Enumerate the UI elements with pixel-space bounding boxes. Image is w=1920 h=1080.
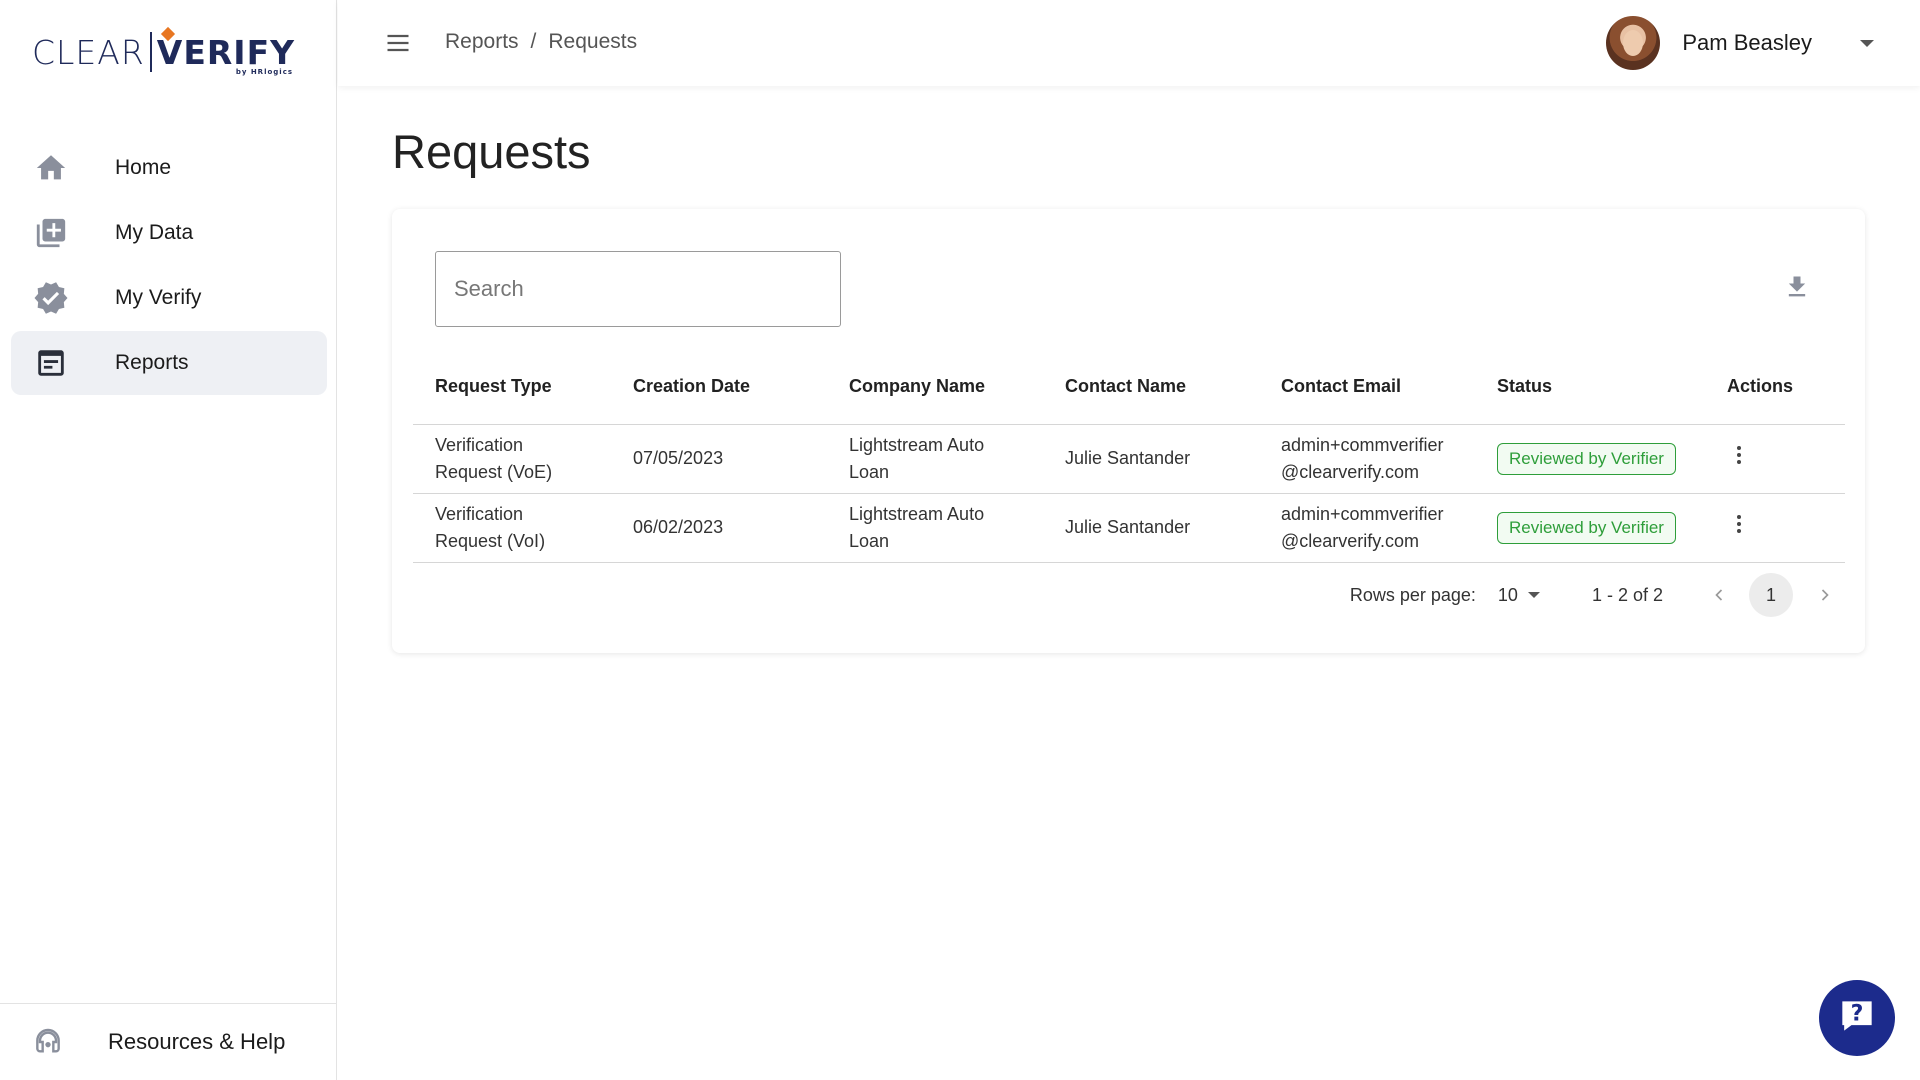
- sidebar-nav: Home My Data My Verify Reports: [11, 136, 327, 396]
- sidebar: CLEAR VERIFY by HRlogics Home My Data My…: [0, 0, 337, 1080]
- help-button[interactable]: ?: [1819, 980, 1895, 1056]
- breadcrumb-reports[interactable]: Reports: [445, 30, 519, 54]
- document-add-icon: [33, 215, 69, 251]
- chevron-right-icon[interactable]: [1811, 581, 1839, 609]
- clearverify-logo[interactable]: CLEAR VERIFY by HRlogics: [32, 26, 296, 76]
- column-header-company-name[interactable]: Company Name: [827, 349, 1043, 425]
- requests-table: Request Type Creation Date Company Name …: [413, 349, 1845, 563]
- verified-badge-icon: [33, 280, 69, 316]
- logo-clear-text: CLEAR: [32, 32, 145, 72]
- column-header-status[interactable]: Status: [1475, 349, 1705, 425]
- cell-actions: [1705, 424, 1845, 494]
- pagination-range: 1 - 2 of 2: [1591, 584, 1663, 605]
- resources-help-label: Resources & Help: [108, 1029, 286, 1054]
- report-icon: [33, 345, 69, 381]
- sidebar-item-reports[interactable]: Reports: [11, 331, 327, 395]
- cell-creation-date: 07/05/2023: [611, 424, 827, 494]
- breadcrumb-separator: /: [530, 30, 537, 53]
- table-row[interactable]: Verification Request (VoI) 06/02/2023 Li…: [413, 493, 1845, 563]
- table-header-row: Request Type Creation Date Company Name …: [413, 349, 1845, 425]
- cell-request-type: Verification Request (VoE): [413, 424, 611, 494]
- pagination: Rows per page: 10 1 - 2 of 2 1: [1350, 573, 1839, 617]
- status-badge: Reviewed by Verifier: [1497, 511, 1676, 544]
- rows-per-page-value: 10: [1497, 584, 1518, 605]
- sidebar-item-my-data[interactable]: My Data: [11, 201, 327, 265]
- cell-company-name: Lightstream Auto Loan: [827, 493, 1043, 563]
- download-icon[interactable]: [1783, 273, 1811, 301]
- table-row[interactable]: Verification Request (VoE) 07/05/2023 Li…: [413, 424, 1845, 494]
- cell-status: Reviewed by Verifier: [1475, 493, 1705, 563]
- cell-contact-name: Julie Santander: [1043, 424, 1259, 494]
- help-icon: ?: [1835, 994, 1879, 1043]
- column-header-actions: Actions: [1705, 349, 1845, 425]
- cell-creation-date: 06/02/2023: [611, 493, 827, 563]
- page-button-1[interactable]: 1: [1749, 573, 1793, 617]
- sidebar-item-label: My Data: [115, 221, 194, 244]
- resources-help-link[interactable]: Resources & Help: [0, 1003, 337, 1080]
- cell-actions: [1705, 493, 1845, 563]
- cell-status: Reviewed by Verifier: [1475, 424, 1705, 494]
- requests-card: Request Type Creation Date Company Name …: [392, 209, 1865, 653]
- avatar-face: [1623, 30, 1644, 56]
- breadcrumb-requests: Requests: [548, 30, 638, 53]
- cell-company-name: Lightstream Auto Loan: [827, 424, 1043, 494]
- column-header-request-type[interactable]: Request Type: [413, 349, 611, 425]
- sidebar-item-my-verify[interactable]: My Verify: [11, 266, 327, 330]
- avatar[interactable]: [1606, 16, 1661, 70]
- column-header-contact-email[interactable]: Contact Email: [1259, 349, 1475, 425]
- svg-text:?: ?: [1851, 1001, 1864, 1026]
- top-header: Reports / Requests Pam Beasley: [338, 0, 1920, 86]
- more-vert-icon[interactable]: [1727, 443, 1751, 467]
- chevron-left-icon[interactable]: [1705, 581, 1733, 609]
- headset-icon: [32, 1026, 64, 1058]
- home-icon: [33, 150, 69, 186]
- logo-verify-text: VERIFY by HRlogics: [157, 26, 296, 76]
- logo-divider: [149, 32, 152, 72]
- breadcrumb: Reports / Requests: [445, 30, 637, 54]
- hamburger-menu-icon[interactable]: [384, 29, 412, 57]
- status-badge: Reviewed by Verifier: [1497, 442, 1676, 475]
- sidebar-item-label: My Verify: [115, 286, 202, 309]
- cell-contact-email: admin+commverifier@clearverify.com: [1259, 424, 1475, 494]
- sidebar-item-label: Reports: [115, 351, 189, 374]
- user-name: Pam Beasley: [1682, 30, 1812, 55]
- chevron-down-icon[interactable]: [1860, 39, 1874, 47]
- sidebar-item-label: Home: [115, 156, 172, 179]
- cell-request-type: Verification Request (VoI): [413, 493, 611, 563]
- page-title: Requests: [392, 125, 591, 178]
- chevron-down-icon: [1527, 592, 1540, 598]
- column-header-creation-date[interactable]: Creation Date: [611, 349, 827, 425]
- search-input[interactable]: [435, 251, 841, 327]
- user-menu[interactable]: Pam Beasley: [1606, 16, 1874, 70]
- column-header-contact-name[interactable]: Contact Name: [1043, 349, 1259, 425]
- sidebar-item-home[interactable]: Home: [11, 136, 327, 200]
- logo-byline: by HRlogics: [235, 67, 294, 76]
- rows-per-page-label: Rows per page:: [1349, 584, 1476, 605]
- logo-erify: ERIFY: [183, 32, 296, 72]
- more-vert-icon[interactable]: [1727, 512, 1751, 536]
- rows-per-page-select[interactable]: 10: [1498, 585, 1540, 606]
- cell-contact-name: Julie Santander: [1043, 493, 1259, 563]
- cell-contact-email: admin+commverifier@clearverify.com: [1259, 493, 1475, 563]
